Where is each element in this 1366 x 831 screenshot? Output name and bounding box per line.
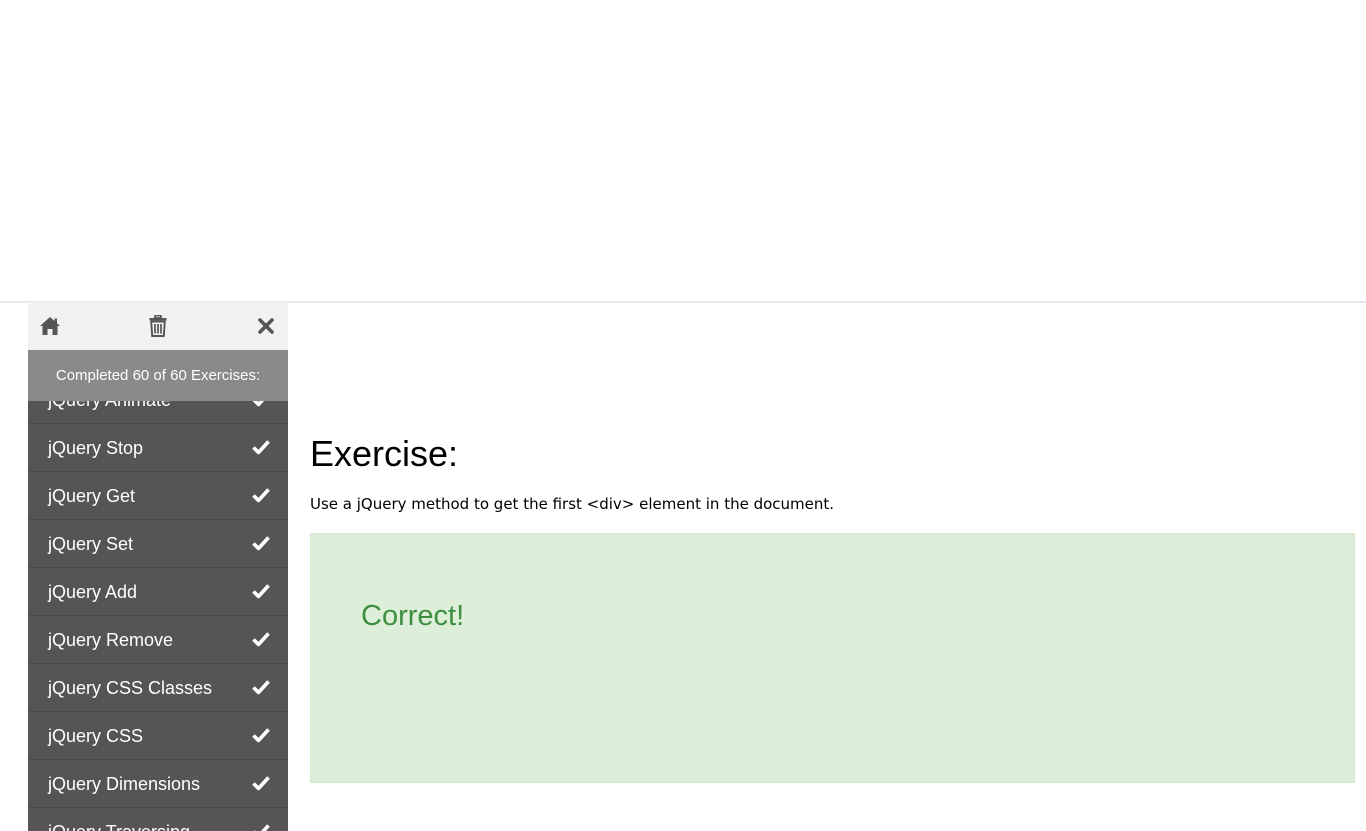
sidebar-item-jquery-dimensions[interactable]: jQuery Dimensions <box>28 760 288 808</box>
sidebar-item-jquery-remove[interactable]: jQuery Remove <box>28 616 288 664</box>
sidebar-item-label: jQuery CSS Classes <box>48 678 213 698</box>
exercise-main: Exercise: Use a jQuery method to get the… <box>310 303 1355 831</box>
sidebar-item-jquery-set[interactable]: jQuery Set <box>28 520 288 568</box>
result-message: Correct! <box>361 600 465 632</box>
sidebar-item-label: jQuery Stop <box>48 438 144 458</box>
home-icon[interactable] <box>38 314 62 338</box>
sidebar-item-label: jQuery Get <box>48 486 136 506</box>
sidebar-item-jquery-add[interactable]: jQuery Add <box>28 568 288 616</box>
completion-status: Completed 60 of 60 Exercises: <box>28 350 288 401</box>
exercise-instruction: Use a jQuery method to get the first <di… <box>310 495 835 513</box>
checkmark-icon <box>252 536 270 551</box>
checkmark-icon <box>252 632 270 647</box>
sidebar-item-jquery-get[interactable]: jQuery Get <box>28 472 288 520</box>
checkmark-icon <box>252 488 270 503</box>
sidebar-item-label: jQuery CSS <box>48 726 144 746</box>
checkmark-icon <box>252 440 270 455</box>
sidebar-item-label: jQuery Dimensions <box>48 774 201 794</box>
result-panel: Correct! <box>310 533 1355 783</box>
sidebar-item-jquery-css-classes[interactable]: jQuery CSS Classes <box>28 664 288 712</box>
sidebar-item-label: jQuery Add <box>48 582 138 602</box>
checkmark-icon <box>252 776 270 791</box>
exercise-sidebar: Completed 60 of 60 Exercises: jQuery Ani… <box>28 302 288 831</box>
page-top-blank <box>0 0 1366 301</box>
sidebar-item-label: jQuery Remove <box>48 630 174 650</box>
sidebar-item-jquery-stop[interactable]: jQuery Stop <box>28 424 288 472</box>
exercise-list: jQuery Animate jQuery Stop jQuery Get jQ… <box>28 376 288 831</box>
trash-icon[interactable] <box>146 314 170 338</box>
exercise-title: Exercise: <box>310 433 459 474</box>
sidebar-item-jquery-traversing[interactable]: jQuery Traversing <box>28 808 288 831</box>
checkmark-icon <box>254 824 270 831</box>
checkmark-icon <box>252 728 270 743</box>
sidebar-item-jquery-css[interactable]: jQuery CSS <box>28 712 288 760</box>
checkmark-icon <box>252 680 270 695</box>
sidebar-toolbar <box>28 302 288 350</box>
checkmark-icon <box>252 584 270 599</box>
sidebar-item-label: jQuery Set <box>48 534 134 554</box>
sidebar-item-label: jQuery Traversing <box>48 822 190 831</box>
close-icon[interactable] <box>254 314 278 338</box>
